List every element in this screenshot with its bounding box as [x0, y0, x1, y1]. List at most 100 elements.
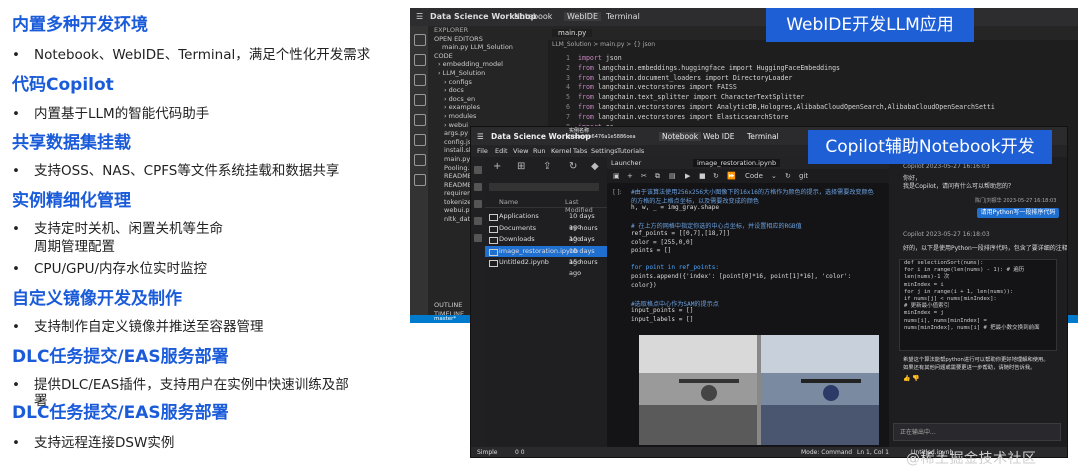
outline-section[interactable]: OUTLINE: [428, 301, 462, 310]
file-row[interactable]: Downloads10 days ago: [485, 234, 607, 254]
folder-icon[interactable]: [474, 166, 482, 174]
source-control-icon[interactable]: [414, 74, 426, 86]
menu-run[interactable]: Run: [533, 147, 545, 155]
refresh-icon[interactable]: ↻: [569, 161, 577, 172]
tab-webide[interactable]: Web IDE: [703, 132, 734, 141]
git-icon[interactable]: [474, 200, 482, 208]
cell-code-line: input_points = []: [631, 307, 694, 315]
tab-image-restoration[interactable]: image_restoration.ipynb: [693, 159, 781, 167]
tab-launcher[interactable]: Launcher: [611, 159, 641, 167]
tab-notebook[interactable]: Notebook: [659, 132, 702, 141]
tab-webide[interactable]: WebIDE: [564, 12, 602, 21]
refresh-icon[interactable]: ↻: [785, 172, 791, 180]
file-toolbar: + ⊞ ⇪ ↻ ◆: [485, 157, 607, 181]
menu-edit[interactable]: Edit: [495, 147, 508, 155]
tab-terminal[interactable]: Terminal: [747, 132, 779, 141]
cell-code-line: points = []: [631, 247, 672, 255]
tree-item[interactable]: › examples: [428, 103, 548, 112]
paste-icon[interactable]: ▤: [669, 172, 676, 180]
git-label[interactable]: git: [799, 172, 808, 180]
tree-item[interactable]: › docs: [428, 86, 548, 95]
menu-icon[interactable]: ☰: [477, 132, 484, 141]
col-name[interactable]: Name: [499, 198, 518, 206]
running-icon[interactable]: [474, 183, 482, 191]
kernel-counts: 0 0: [515, 449, 525, 456]
save-icon[interactable]: ▣: [613, 172, 620, 180]
answer-code-line: # 更新最小值索引: [904, 303, 950, 310]
menu-tabs[interactable]: Tabs: [573, 147, 587, 155]
feedback-icons[interactable]: 👍 👎: [903, 375, 920, 382]
file-browser: + ⊞ ⇪ ↻ ◆ Name Last Modified Application…: [485, 157, 607, 447]
copilot-input[interactable]: 正在输出中...: [893, 423, 1061, 441]
code-cell[interactable]: [ ]: #由于该算法使用256x256大小图像下的16x16的方格作为颜色的提…: [613, 187, 881, 329]
git-icon[interactable]: ◆: [591, 161, 599, 172]
cut-icon[interactable]: ✂: [641, 172, 647, 180]
editor-tab-main[interactable]: main.py: [552, 29, 593, 37]
cell-code-line: ref_points = [[0,7],[18,7]]: [631, 230, 731, 237]
cell-type-select[interactable]: Code: [745, 172, 763, 180]
menu-icon[interactable]: ☰: [416, 12, 423, 21]
code-folder[interactable]: CODE: [428, 52, 548, 61]
toc-icon[interactable]: [474, 234, 482, 242]
chevron-down-icon[interactable]: ⌄: [771, 172, 777, 180]
tree-item[interactable]: › modules: [428, 112, 548, 121]
path-bar[interactable]: [489, 183, 599, 191]
file-row[interactable]: image_restoration.ipynb 10 days ago: [485, 245, 607, 266]
debug-icon[interactable]: [414, 94, 426, 106]
run-icon[interactable]: ▶: [685, 172, 690, 180]
remote-icon[interactable]: [414, 154, 426, 166]
restart-icon[interactable]: ↻: [713, 172, 719, 180]
webide-badge: WebIDE开发LLM应用: [766, 8, 974, 42]
code-line: 4 from langchain.vectorstores import FAIS…: [566, 83, 737, 92]
explorer-label: EXPLORER: [434, 26, 469, 34]
search-icon[interactable]: [414, 54, 426, 66]
output-image: [639, 335, 879, 445]
menu-view[interactable]: View: [513, 147, 528, 155]
cell-code-line: points.append({'index': [point[0]*16, po…: [631, 273, 852, 280]
notebook-window: ☰ Data Science Workshop 实例名称 trooest-e64…: [470, 126, 1068, 458]
notebook-icon: [489, 260, 498, 267]
menu-settings[interactable]: Settings: [591, 147, 618, 155]
simple-mode-toggle[interactable]: Simple: [477, 449, 498, 456]
new-folder-icon[interactable]: ⊞: [517, 161, 525, 172]
run-all-icon[interactable]: ⏩: [727, 172, 736, 180]
menu-file[interactable]: File: [477, 147, 488, 155]
answer-code-block: def selectionSort(nums): for i in range(…: [899, 259, 1057, 351]
notebook-main: Launcher image_restoration.ipynb ▣ + ✂ ⧉…: [607, 157, 889, 447]
stop-icon[interactable]: ■: [699, 172, 706, 180]
bullet: • 支持远程连接DSW实例: [12, 435, 175, 451]
tree-item[interactable]: › configs: [428, 78, 548, 87]
copilot-header: Copilot 2023-05-27 16:16:03: [903, 163, 990, 170]
account-icon[interactable]: [414, 174, 426, 186]
branch-status[interactable]: master*: [434, 316, 456, 322]
file-row[interactable]: Documents 15 hours ago: [485, 223, 607, 243]
copy-icon[interactable]: ⧉: [655, 172, 660, 181]
breadcrumb: LLM_Solution > main.py > {} json: [552, 41, 656, 48]
instance-name: 实例名称 trooest-e6476a1e5886oea: [569, 128, 636, 140]
extensions-icon[interactable]: [414, 114, 426, 126]
webide-titlebar: ☰ Data Science Workshop Notebook WebIDE …: [410, 8, 1078, 26]
code-line: 1 import json: [566, 54, 622, 62]
files-icon[interactable]: [414, 34, 426, 46]
open-editors-label[interactable]: OPEN EDITORS: [428, 35, 548, 44]
extension-icon[interactable]: [474, 217, 482, 225]
menu-kernel[interactable]: Kernel: [551, 147, 571, 155]
file-row[interactable]: Untitled2.ipynb 15 hours ago: [485, 257, 607, 277]
tree-item[interactable]: › embedding_model: [428, 60, 548, 69]
bullet: • Notebook、WebIDE、Terminal，满足个性化开发需求: [12, 47, 371, 63]
file-list-header: Name Last Modified: [485, 197, 607, 214]
upload-icon[interactable]: ⇪: [543, 161, 551, 172]
tab-notebook[interactable]: Notebook: [514, 12, 552, 21]
file-row[interactable]: Applications 10 days ago: [485, 211, 607, 231]
tree-item[interactable]: › docs_en: [428, 95, 548, 104]
new-launcher-icon[interactable]: +: [493, 161, 501, 172]
menu-tutorials[interactable]: Tutorials: [617, 147, 644, 155]
cell-code-line: color = [255,0,0]: [631, 238, 694, 246]
tree-item[interactable]: › LLM_Solution: [428, 69, 548, 78]
test-icon[interactable]: [414, 134, 426, 146]
bullet: • 内置基于LLM的智能代码助手: [12, 106, 210, 122]
add-cell-icon[interactable]: +: [627, 172, 633, 180]
tab-terminal[interactable]: Terminal: [606, 12, 640, 21]
cell-prompt: [ ]:: [613, 189, 622, 196]
open-file[interactable]: main.py LLM_Solution: [428, 43, 548, 52]
